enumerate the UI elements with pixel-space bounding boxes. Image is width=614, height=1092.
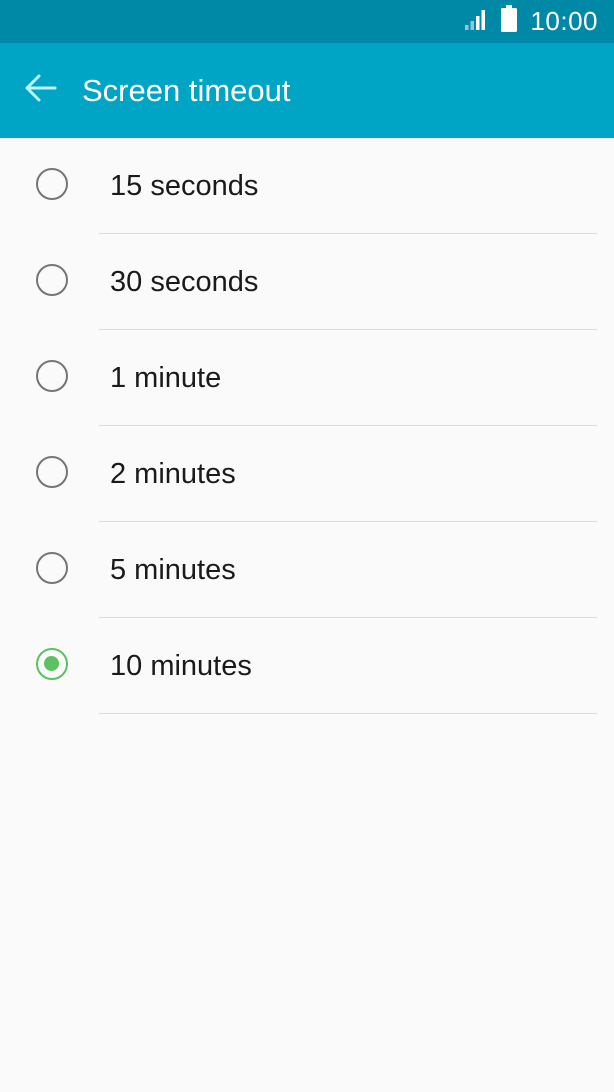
option-label: 5 minutes xyxy=(110,554,236,586)
timeout-option-5-minutes[interactable]: 5 minutes xyxy=(0,522,614,618)
option-label: 1 minute xyxy=(110,362,222,394)
radio-button[interactable] xyxy=(36,264,68,296)
signal-icon xyxy=(464,7,488,36)
app-bar: Screen timeout xyxy=(0,43,614,138)
option-label: 30 seconds xyxy=(110,266,259,298)
status-bar: 10:00 xyxy=(0,0,614,43)
timeout-option-30-seconds[interactable]: 30 seconds xyxy=(0,234,614,330)
radio-button[interactable] xyxy=(36,648,68,680)
option-label: 10 minutes xyxy=(110,650,252,682)
timeout-option-15-seconds[interactable]: 15 seconds xyxy=(0,138,614,234)
status-time: 10:00 xyxy=(530,6,598,36)
back-button[interactable] xyxy=(18,67,64,113)
timeout-option-10-minutes[interactable]: 10 minutes xyxy=(0,618,614,714)
timeout-option-1-minute[interactable]: 1 minute xyxy=(0,330,614,426)
timeout-option-2-minutes[interactable]: 2 minutes xyxy=(0,426,614,522)
radio-button[interactable] xyxy=(36,456,68,488)
page-title: Screen timeout xyxy=(82,73,291,108)
divider xyxy=(99,713,597,714)
radio-button[interactable] xyxy=(36,552,68,584)
radio-button[interactable] xyxy=(36,360,68,392)
option-label: 15 seconds xyxy=(110,170,259,202)
battery-icon xyxy=(500,5,518,38)
status-indicators: 10:00 xyxy=(464,0,598,43)
radio-button[interactable] xyxy=(36,168,68,200)
arrow-left-icon xyxy=(24,73,58,108)
timeout-options-list: 15 seconds 30 seconds 1 minute 2 minutes… xyxy=(0,138,614,714)
option-label: 2 minutes xyxy=(110,458,236,490)
